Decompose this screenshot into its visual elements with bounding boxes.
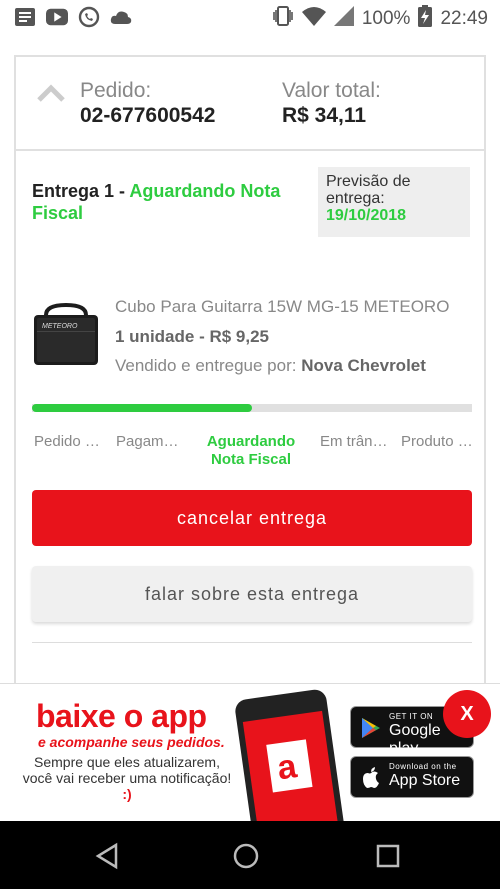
battery-percent: 100% <box>361 8 411 29</box>
banner-smile: :) <box>122 786 132 802</box>
back-icon[interactable] <box>92 841 122 871</box>
banner-subtitle: e acompanhe seus pedidos. <box>38 734 225 750</box>
app-store-button[interactable]: Download on the App Store <box>350 756 474 798</box>
forecast-date: 19/10/2018 <box>326 207 407 224</box>
total-value: R$ 34,11 <box>282 104 367 127</box>
close-banner-button[interactable]: X <box>443 690 491 738</box>
recents-icon[interactable] <box>373 841 403 871</box>
forecast-label: Previsão de entrega: <box>326 173 411 207</box>
seller-name: Nova Chevrolet <box>301 356 426 375</box>
step-payment: Pagamento aprovado <box>116 433 184 450</box>
chevron-up-icon[interactable] <box>36 83 66 103</box>
status-bar-system: 100% 22:49 <box>272 5 488 33</box>
delivery-number: Entrega 1 - <box>32 181 130 201</box>
step-delivered: Produto entregue <box>401 433 473 450</box>
divider <box>32 642 472 643</box>
whatsapp-icon <box>78 6 100 28</box>
banner-title: baixe o app <box>36 698 207 734</box>
banner-message: Sempre que eles atualizarem, você vai re… <box>22 754 232 786</box>
status-bar: 100% 22:49 <box>0 0 500 36</box>
banner-text: Sempre que eles atualizarem, você vai re… <box>22 754 232 802</box>
order-header[interactable]: Pedido: 02-677600542 Valor total: R$ 34,… <box>16 57 484 151</box>
vibrate-icon <box>272 5 294 33</box>
youtube-icon <box>46 6 68 28</box>
apple-icon <box>363 767 379 788</box>
home-icon[interactable] <box>231 841 261 871</box>
status-bar-notification-icons <box>14 6 132 28</box>
product-quantity-price: 1 unidade - R$ 9,25 <box>115 327 269 346</box>
product-image[interactable]: METEORO <box>32 301 100 369</box>
signal-icon <box>333 6 354 32</box>
total-value-label: Valor total: <box>282 79 381 102</box>
product-seller: Vendido e entregue por: Nova Chevrolet <box>115 356 426 376</box>
cancel-delivery-button[interactable]: cancelar entrega <box>32 490 472 546</box>
delivery-title: Entrega 1 - Aguardando Nota Fiscal <box>32 180 302 224</box>
step-in-transit: Em trânsito <box>320 433 392 450</box>
google-play-small-text: GET IT ON <box>389 712 434 721</box>
delivery-progress-bar <box>32 404 472 412</box>
app-store-text: App Store <box>389 772 461 789</box>
wifi-icon <box>301 6 326 32</box>
app-store-small-text: Download on the <box>389 762 457 771</box>
product-name[interactable]: Cubo Para Guitarra 15W MG-15 METEORO <box>115 297 475 317</box>
notes-icon <box>14 6 36 28</box>
battery-charging-icon <box>418 5 433 33</box>
step-order-placed: Pedido realizado <box>34 433 102 450</box>
product-brand-logo: METEORO <box>42 323 78 330</box>
delivery-progress-fill <box>32 404 252 412</box>
app-download-banner[interactable]: baixe o app e acompanhe seus pedidos. Se… <box>0 683 500 821</box>
order-number: 02-677600542 <box>80 104 216 127</box>
clock: 22:49 <box>440 8 488 29</box>
google-play-icon <box>362 718 380 738</box>
cloud-icon <box>110 6 132 28</box>
order-number-label: Pedido: <box>80 79 152 102</box>
delivery-forecast-box: Previsão de entrega: 19/10/2018 <box>318 167 470 237</box>
seller-label: Vendido e entregue por: <box>115 356 302 375</box>
step-awaiting-invoice: Aguardando Nota Fiscal <box>206 433 296 468</box>
phone-app-illustration: a <box>235 689 344 821</box>
order-card: Pedido: 02-677600542 Valor total: R$ 34,… <box>14 55 486 695</box>
talk-about-delivery-button[interactable]: falar sobre esta entrega <box>32 566 472 622</box>
navigation-bar <box>0 821 500 889</box>
